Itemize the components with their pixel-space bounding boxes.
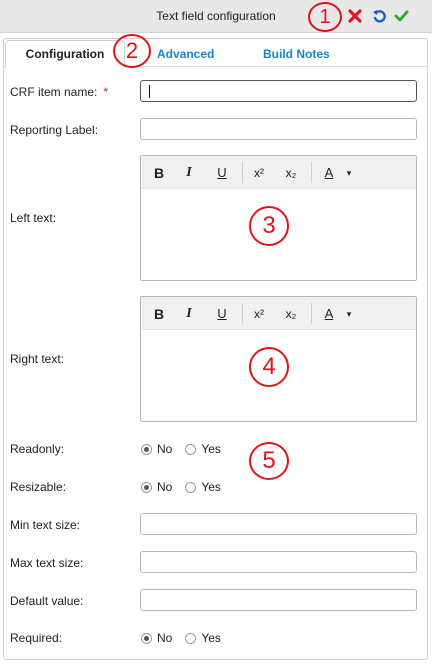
required-label: Required: <box>10 631 63 645</box>
readonly-option-no[interactable]: No <box>141 442 172 456</box>
radio-button[interactable] <box>141 481 152 493</box>
bold-button[interactable]: B <box>147 163 171 183</box>
radio-button[interactable] <box>185 443 197 455</box>
underline-button[interactable]: U <box>210 304 234 324</box>
resizable-label: Resizable: <box>10 480 67 494</box>
italic-button[interactable]: I <box>177 163 201 183</box>
default-value-input[interactable] <box>140 589 417 611</box>
required-asterisk: * <box>103 85 109 99</box>
editor-toolbar: B I U x² x₂ A ▾ <box>141 297 416 330</box>
bold-button[interactable]: B <box>147 304 171 324</box>
crf-item-name-label: CRF item name: * <box>10 85 108 99</box>
annotation-marker-4: 4 <box>249 347 289 387</box>
annotation-marker-1: 1 <box>308 2 342 32</box>
min-text-size-label: Min text size: <box>10 518 81 532</box>
required-option-yes[interactable]: Yes <box>185 631 221 645</box>
option-label: Yes <box>201 480 221 494</box>
subscript-button[interactable]: x₂ <box>279 304 303 324</box>
max-text-size-label: Max text size: <box>10 556 84 570</box>
left-text-label: Left text: <box>10 211 57 225</box>
superscript-button[interactable]: x² <box>247 163 271 183</box>
crf-item-name-label-text: CRF item name: <box>10 85 98 99</box>
superscript-button[interactable]: x² <box>247 304 271 324</box>
toolbar-divider <box>311 303 312 324</box>
dialog-header: Text field configuration <box>0 0 432 33</box>
confirm-button[interactable] <box>391 6 411 26</box>
resizable-radio-group: No Yes <box>141 480 234 494</box>
resizable-option-no[interactable]: No <box>141 480 172 494</box>
undo-button[interactable] <box>369 6 389 26</box>
readonly-option-yes[interactable]: Yes <box>185 442 221 456</box>
chevron-down-icon[interactable]: ▾ <box>337 304 361 324</box>
text-caret <box>149 85 150 98</box>
radio-button[interactable] <box>185 632 197 644</box>
resizable-option-yes[interactable]: Yes <box>185 480 221 494</box>
editor-toolbar: B I U x² x₂ A ▾ <box>141 156 416 189</box>
default-value-label: Default value: <box>10 594 84 608</box>
tab-bar: Configuration Advanced Build Notes <box>4 39 427 68</box>
reporting-label-label: Reporting Label: <box>10 123 99 137</box>
radio-button[interactable] <box>185 481 197 493</box>
option-label: Yes <box>201 631 221 645</box>
toolbar-divider <box>311 162 312 183</box>
annotation-marker-5: 5 <box>249 442 289 480</box>
tab-build-notes[interactable]: Build Notes <box>263 47 330 61</box>
subscript-button[interactable]: x₂ <box>279 163 303 183</box>
undo-icon <box>373 10 386 23</box>
min-text-size-input[interactable] <box>140 513 417 535</box>
option-label: No <box>157 480 173 494</box>
dialog-title: Text field configuration <box>156 9 276 23</box>
annotation-marker-2: 2 <box>113 34 151 68</box>
annotation-marker-3: 3 <box>249 206 289 246</box>
readonly-label: Readonly: <box>10 442 65 456</box>
right-text-label: Right text: <box>10 352 65 366</box>
radio-button[interactable] <box>141 443 152 455</box>
option-label: No <box>157 442 173 456</box>
toolbar-divider <box>242 303 243 324</box>
checkmark-icon <box>394 10 408 22</box>
close-icon <box>348 9 362 23</box>
tab-configuration[interactable]: Configuration <box>5 40 125 68</box>
required-radio-group: No Yes <box>141 631 234 645</box>
italic-button[interactable]: I <box>177 304 201 324</box>
tab-advanced[interactable]: Advanced <box>157 47 214 61</box>
configuration-panel: Configuration Advanced Build Notes CRF i… <box>3 38 428 660</box>
crf-item-name-input[interactable] <box>140 80 417 102</box>
required-option-no[interactable]: No <box>141 631 172 645</box>
cancel-button[interactable] <box>345 6 365 26</box>
reporting-label-input[interactable] <box>140 118 417 140</box>
toolbar-divider <box>242 162 243 183</box>
readonly-radio-group: No Yes <box>141 442 234 456</box>
chevron-down-icon[interactable]: ▾ <box>337 163 361 183</box>
option-label: Yes <box>201 442 221 456</box>
radio-button[interactable] <box>141 632 152 644</box>
max-text-size-input[interactable] <box>140 551 417 573</box>
underline-button[interactable]: U <box>210 163 234 183</box>
option-label: No <box>157 631 173 645</box>
